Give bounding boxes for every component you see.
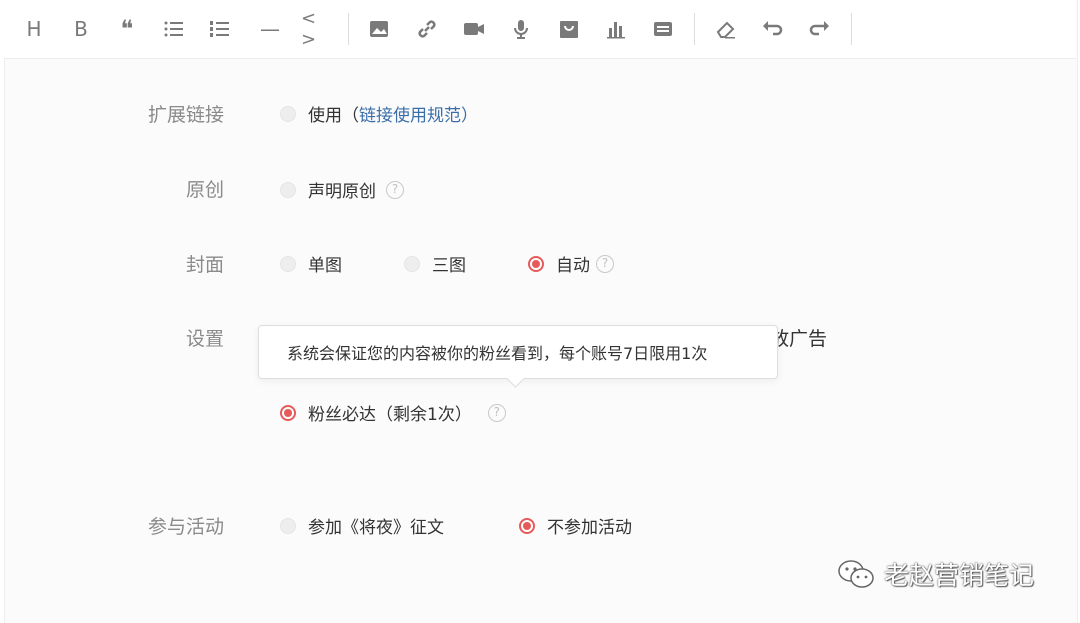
image-icon: [370, 21, 388, 37]
numbered-list-icon: [210, 21, 229, 37]
extended-link-option[interactable]: 使用（ 链接使用规范 ）: [280, 101, 478, 126]
vote-button[interactable]: [601, 14, 631, 44]
bullet-list-button[interactable]: [159, 14, 189, 44]
eraser-icon: [716, 21, 735, 39]
toolbar-separator: [851, 13, 852, 45]
shopping-bag-icon: [560, 21, 578, 38]
activity-label: 参与活动: [147, 516, 224, 538]
image-button[interactable]: [364, 14, 394, 44]
cover-single-radio[interactable]: [280, 255, 296, 272]
help-icon[interactable]: ?: [386, 180, 404, 199]
no-activity-radio[interactable]: [519, 517, 535, 534]
clear-format-button[interactable]: [711, 14, 741, 44]
bold-icon: B: [74, 17, 88, 41]
quote-button[interactable]: ❝: [112, 14, 142, 44]
bold-button[interactable]: B: [66, 14, 96, 44]
fans-reach-radio[interactable]: [280, 404, 296, 421]
join-essay-contest-option[interactable]: 参加《将夜》征文: [280, 513, 444, 538]
card-icon: [654, 22, 672, 36]
no-activity-option[interactable]: 不参加活动: [519, 513, 632, 538]
microphone-icon: [514, 20, 528, 39]
help-icon[interactable]: ?: [487, 403, 506, 422]
link-icon: [418, 20, 436, 38]
undo-icon: [763, 21, 783, 36]
watermark-text: 老赵营销笔记: [884, 561, 1035, 590]
join-contest-text: 参加《将夜》征文: [308, 518, 444, 538]
cover-label: 封面: [185, 254, 224, 276]
editor-toolbar: H B ❝ — < >: [4, 0, 1076, 59]
toolbar-separator: [348, 13, 349, 45]
numbered-list-button[interactable]: [205, 14, 235, 44]
link-button[interactable]: [412, 14, 442, 44]
redo-button[interactable]: [805, 14, 835, 44]
code-icon: < >: [301, 8, 317, 50]
undo-button[interactable]: [757, 14, 787, 44]
fans-reach-text: 粉丝必达（剩余1次）: [308, 405, 472, 425]
heading-button[interactable]: H: [19, 14, 49, 44]
video-button[interactable]: [459, 14, 489, 44]
original-label: 原创: [185, 179, 224, 201]
code-button[interactable]: < >: [301, 8, 331, 50]
video-icon: [464, 23, 484, 35]
declare-original-option[interactable]: 声明原创 ?: [280, 177, 404, 202]
extended-link-close-paren: ）: [461, 106, 478, 126]
extended-link-radio[interactable]: [280, 105, 296, 122]
cover-option-single[interactable]: 单图: [280, 251, 342, 276]
tooltip-text: 系统会保证您的内容被你的粉丝看到，每个账号7日限用1次: [287, 344, 708, 363]
declare-original-text: 声明原创: [308, 182, 376, 202]
bullet-list-icon: [164, 21, 183, 37]
redo-icon: [809, 21, 829, 36]
heading-icon: H: [26, 17, 42, 41]
declare-original-radio[interactable]: [280, 181, 296, 198]
fans-reach-option[interactable]: 粉丝必达（剩余1次） ?: [280, 400, 506, 425]
toolbar-separator: [694, 13, 695, 45]
cover-single-text: 单图: [308, 256, 342, 276]
wechat-logo-icon: [838, 560, 874, 588]
card-button[interactable]: [648, 14, 678, 44]
no-activity-text: 不参加活动: [547, 518, 632, 538]
quote-icon: ❝: [120, 15, 134, 43]
settings-hidden-option-text: 放广告: [770, 328, 828, 350]
join-contest-radio[interactable]: [280, 517, 296, 534]
divider-button[interactable]: —: [255, 14, 285, 44]
cover-option-triple[interactable]: 三图: [404, 251, 466, 276]
cover-auto-text: 自动: [556, 256, 590, 276]
watermark: 老赵营销笔记: [836, 556, 1034, 592]
cover-triple-text: 三图: [432, 256, 466, 276]
link-usage-rules-link[interactable]: 链接使用规范: [359, 101, 461, 126]
bar-chart-icon: [607, 22, 625, 39]
horizontal-rule-icon: —: [260, 17, 280, 41]
settings-label: 设置: [185, 328, 224, 350]
help-icon[interactable]: ?: [596, 254, 614, 273]
fans-reach-tooltip: 系统会保证您的内容被你的粉丝看到，每个账号7日限用1次: [258, 325, 778, 379]
cover-auto-radio[interactable]: [528, 255, 544, 272]
extended-link-use-text: 使用（: [308, 106, 359, 126]
product-button[interactable]: [554, 14, 584, 44]
audio-button[interactable]: [506, 14, 536, 44]
cover-option-auto[interactable]: 自动 ?: [528, 251, 614, 276]
extended-link-label: 扩展链接: [147, 104, 224, 126]
cover-triple-radio[interactable]: [404, 255, 420, 272]
